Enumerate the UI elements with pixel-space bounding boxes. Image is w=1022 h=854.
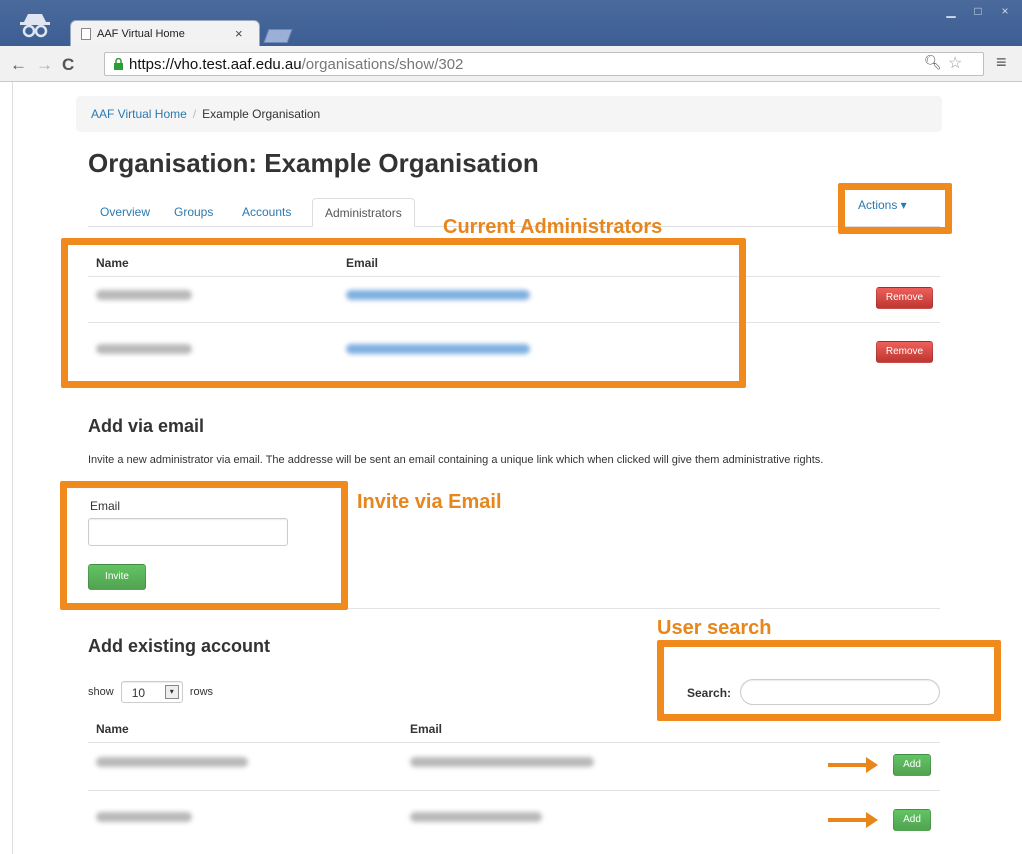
reload-icon[interactable]: C: [62, 55, 74, 75]
add-via-email-heading: Add via email: [88, 416, 205, 436]
address-bar[interactable]: https://vho.test.aaf.edu.au/organisation…: [104, 52, 984, 76]
accounts-name-header: Name: [96, 722, 129, 736]
url-host: https://vho.test.aaf.edu.au/organisation…: [129, 56, 464, 73]
bookmark-star-icon[interactable]: ☆: [948, 53, 962, 73]
add-account-button[interactable]: Add: [893, 754, 931, 776]
add-existing-heading: Add existing account: [88, 636, 271, 656]
tab-accounts[interactable]: Accounts: [230, 198, 303, 227]
tab-overview[interactable]: Overview: [88, 198, 162, 227]
breadcrumb-home-link[interactable]: AAF Virtual Home: [91, 107, 187, 121]
add-via-email-description: Invite a new administrator via email. Th…: [88, 454, 824, 466]
actions-highlight: [838, 183, 952, 234]
arrow-icon: [828, 818, 868, 822]
forward-icon[interactable]: →: [36, 55, 53, 75]
accounts-email-header: Email: [410, 722, 443, 736]
breadcrumb: AAF Virtual Home / Example Organisation: [76, 96, 942, 132]
tab-administrators[interactable]: Administrators: [312, 198, 415, 227]
arrow-icon: [828, 763, 868, 767]
incognito-icon: [20, 14, 50, 38]
tab-groups[interactable]: Groups: [162, 198, 225, 227]
browser-tab[interactable]: AAF Virtual Home ×: [70, 20, 260, 48]
add-account-button[interactable]: Add: [893, 809, 931, 831]
remove-admin-button[interactable]: Remove: [876, 341, 933, 363]
current-admins-highlight: [61, 238, 746, 388]
lock-icon: [114, 58, 123, 70]
table-divider: [88, 742, 940, 743]
arrow-head-icon: [866, 812, 878, 828]
arrow-head-icon: [866, 757, 878, 773]
show-label: show: [88, 685, 114, 698]
invite-email-annotation: Invite via Email: [357, 491, 502, 513]
row-divider: [88, 790, 940, 791]
account-name-redacted: [96, 757, 248, 767]
remove-admin-button[interactable]: Remove: [876, 287, 933, 309]
new-tab-button[interactable]: [263, 29, 293, 43]
zoom-icon[interactable]: 🔍︎: [924, 54, 942, 71]
user-search-annotation: User search: [657, 617, 772, 639]
account-name-redacted: [96, 812, 192, 822]
maximize-icon[interactable]: □: [966, 4, 990, 22]
user-search-highlight: [657, 640, 1001, 721]
rows-select-value: 10: [131, 686, 146, 700]
browser-toolbar: ← → C https://vho.test.aaf.edu.au/organi…: [0, 46, 1022, 82]
account-email-redacted: [410, 812, 542, 822]
back-icon[interactable]: ←: [10, 55, 27, 75]
rows-label: rows: [189, 685, 214, 698]
tab-close-icon[interactable]: ×: [235, 26, 243, 41]
chevron-down-icon[interactable]: ▾: [164, 685, 179, 699]
rows-per-page: show 10 ▾ rows: [88, 681, 213, 703]
breadcrumb-current: Example Organisation: [202, 107, 321, 121]
page-title: Organisation: Example Organisation: [88, 148, 539, 178]
invite-email-highlight: [60, 481, 348, 610]
account-email-redacted: [410, 757, 594, 767]
rows-select[interactable]: 10 ▾: [120, 681, 183, 703]
minimize-icon[interactable]: ▁: [938, 4, 964, 22]
page-icon: [81, 28, 91, 40]
current-admins-annotation: Current Administrators: [443, 216, 663, 238]
close-window-icon[interactable]: ×: [992, 4, 1018, 22]
tab-title: AAF Virtual Home: [97, 28, 185, 40]
breadcrumb-separator: /: [192, 107, 197, 121]
url-path: /organisations/show/302: [301, 56, 464, 73]
menu-icon[interactable]: ≡: [996, 52, 1007, 73]
